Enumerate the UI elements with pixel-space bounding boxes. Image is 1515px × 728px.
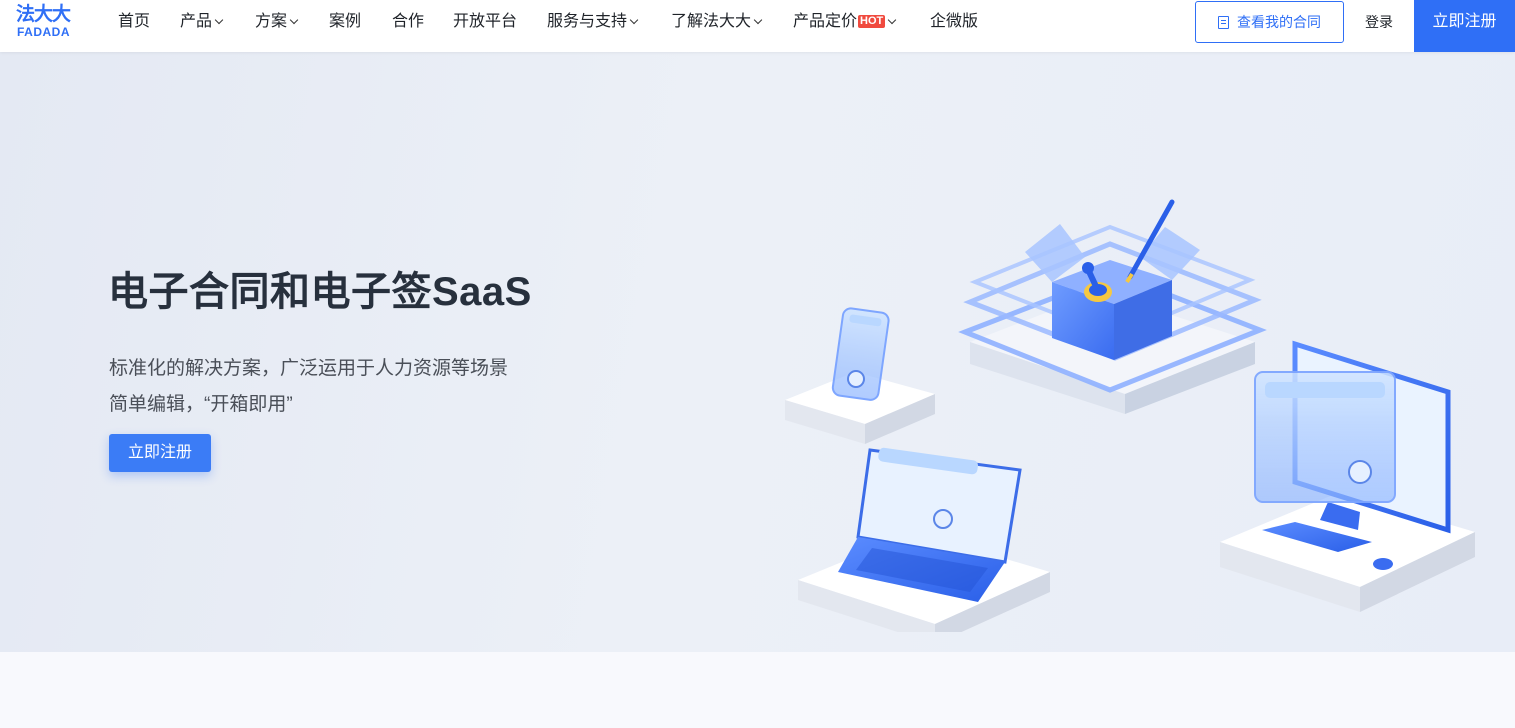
desktop-platform-group (1220, 340, 1475, 612)
chevron-down-icon (289, 15, 299, 25)
register-button[interactable]: 立即注册 (1414, 0, 1515, 52)
nav-label: 产品 (180, 13, 213, 30)
top-nav: 法大大 FADADA 首页 产品 方案 案例 合作 开放平台 服务与支持 了解法… (0, 0, 1515, 52)
laptop-platform-group (798, 447, 1050, 632)
hero-title: 电子合同和电子签SaaS (108, 270, 532, 314)
nav-label: 服务与支持 (547, 13, 628, 30)
hero-banner: 电子合同和电子签SaaS 标准化的解决方案，广泛运用于人力资源等场景 简单编辑，… (0, 52, 1515, 652)
chevron-down-icon (214, 15, 224, 25)
nav-label: 企微版 (930, 13, 979, 30)
nav-label: 合作 (392, 13, 425, 30)
chevron-down-icon (629, 15, 639, 25)
nav-label: 首页 (118, 13, 151, 30)
nav-item-wecom[interactable]: 企微版 (930, 0, 978, 52)
nav-item-service-support[interactable]: 服务与支持 (547, 0, 639, 52)
nav-item-open-platform[interactable]: 开放平台 (453, 0, 517, 52)
nav-item-home[interactable]: 首页 (118, 0, 150, 52)
hero-illustration (785, 199, 1475, 632)
nav-item-cases[interactable]: 案例 (329, 0, 361, 52)
chevron-down-icon (753, 15, 763, 25)
nav-label: 产品定价 (793, 13, 858, 30)
nav-item-pricing[interactable]: 产品定价 HOT (793, 0, 897, 52)
view-my-contracts-button[interactable]: 查看我的合同 (1195, 1, 1344, 43)
hero-subtitle-line2: 简单编辑，“开箱即用” (109, 394, 293, 415)
hero-register-button[interactable]: 立即注册 (109, 434, 211, 472)
logo-cn: 法大大 (16, 4, 71, 25)
contract-button-label: 查看我的合同 (1237, 14, 1321, 30)
nav-label: 案例 (329, 13, 362, 30)
hero-subtitle-line1: 标准化的解决方案，广泛运用于人力资源等场景 (109, 358, 509, 379)
nav-item-about[interactable]: 了解法大大 (671, 0, 763, 52)
below-hero-section (0, 652, 1515, 728)
nav-label: 方案 (255, 13, 288, 30)
login-link[interactable]: 登录 (1365, 0, 1393, 44)
nav-item-solutions[interactable]: 方案 (255, 0, 299, 52)
nav-label: 了解法大大 (671, 13, 752, 30)
document-icon (1218, 16, 1229, 29)
chevron-down-icon (888, 15, 897, 25)
hot-badge: HOT (858, 15, 886, 28)
central-box-group (958, 199, 1267, 414)
phone-platform-group (785, 307, 935, 444)
fadada-logo[interactable]: 法大大 FADADA (16, 4, 82, 44)
nav-item-products[interactable]: 产品 (180, 0, 224, 52)
logo-en: FADADA (17, 25, 70, 39)
nav-item-partners[interactable]: 合作 (392, 0, 424, 52)
nav-label: 开放平台 (453, 13, 518, 30)
